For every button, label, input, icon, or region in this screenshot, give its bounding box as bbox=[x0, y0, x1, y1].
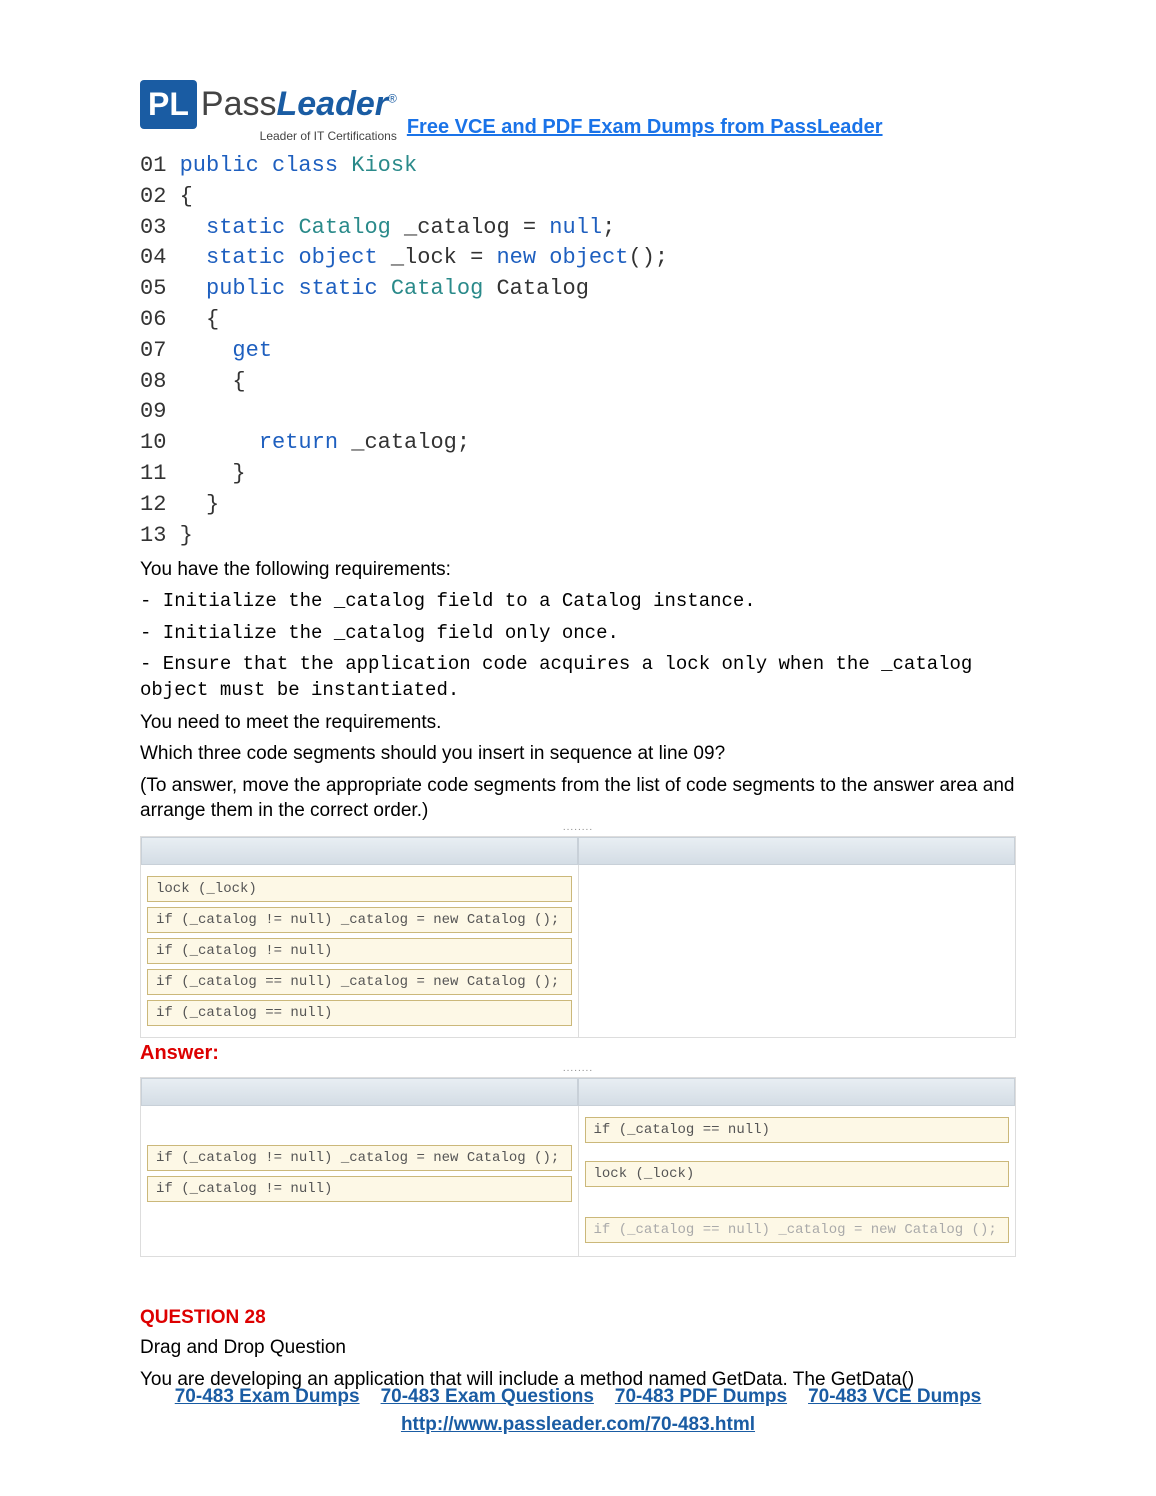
footer-link-vce-dumps[interactable]: 70-483 VCE Dumps bbox=[808, 1386, 981, 1408]
ordered-answer-column[interactable]: if (_catalog == null) lock (_lock) if (_… bbox=[579, 1106, 1016, 1256]
question-number: QUESTION 28 bbox=[140, 1307, 1016, 1329]
code-segment[interactable]: if (_catalog == null) _catalog = new Cat… bbox=[585, 1217, 1010, 1243]
page-header: PL PassLeader® Leader of IT Certificatio… bbox=[140, 80, 1016, 143]
which-text: Which three code segments should you ins… bbox=[140, 741, 1016, 767]
source-list-header bbox=[141, 837, 578, 865]
logo-subtitle: Leader of IT Certifications bbox=[140, 129, 397, 143]
code-segment[interactable]: lock (_lock) bbox=[585, 1161, 1010, 1187]
logo-text: PassLeader® bbox=[201, 85, 397, 124]
question-drag-panel: lock (_lock) if (_catalog != null) _cata… bbox=[140, 836, 1016, 1038]
footer-link-exam-questions[interactable]: 70-483 Exam Questions bbox=[381, 1386, 594, 1408]
answer-area-header bbox=[578, 1078, 1015, 1106]
answer-drop-column[interactable] bbox=[579, 865, 1016, 1037]
answer-drag-panel: if (_catalog != null) _catalog = new Cat… bbox=[140, 1077, 1016, 1257]
question-type: Drag and Drop Question bbox=[140, 1335, 1016, 1361]
logo: PL PassLeader® Leader of IT Certificatio… bbox=[140, 80, 397, 143]
page-footer: 70-483 Exam Dumps 70-483 Exam Questions … bbox=[140, 1386, 1016, 1436]
instructions-text: (To answer, move the appropriate code se… bbox=[140, 773, 1016, 824]
requirements-heading: You have the following requirements: bbox=[140, 557, 1016, 583]
source-segments-column: lock (_lock) if (_catalog != null) _cata… bbox=[141, 865, 579, 1037]
answer-heading: Answer: bbox=[140, 1042, 1016, 1065]
source-list-header bbox=[141, 1078, 578, 1106]
code-segment[interactable]: if (_catalog != null) _catalog = new Cat… bbox=[147, 907, 572, 933]
footer-link-exam-dumps[interactable]: 70-483 Exam Dumps bbox=[175, 1386, 360, 1408]
logo-badge: PL bbox=[140, 80, 197, 129]
top-banner-link[interactable]: Free VCE and PDF Exam Dumps from PassLea… bbox=[407, 116, 883, 139]
code-segment[interactable]: lock (_lock) bbox=[147, 876, 572, 902]
remaining-segments-column: if (_catalog != null) _catalog = new Cat… bbox=[141, 1106, 579, 1256]
code-segment[interactable]: if (_catalog != null) bbox=[147, 1176, 572, 1202]
footer-link-pdf-dumps[interactable]: 70-483 PDF Dumps bbox=[615, 1386, 787, 1408]
separator: ........ bbox=[140, 1065, 1016, 1073]
requirement-2: - Initialize the _catalog field only onc… bbox=[140, 621, 1016, 647]
question-28-block: QUESTION 28 Drag and Drop Question You a… bbox=[140, 1307, 1016, 1392]
code-listing: 01 public class Kiosk 02 { 03 static Cat… bbox=[140, 151, 1016, 551]
requirement-3: - Ensure that the application code acqui… bbox=[140, 652, 1016, 703]
code-segment[interactable]: if (_catalog == null) bbox=[585, 1117, 1010, 1143]
footer-url[interactable]: http://www.passleader.com/70-483.html bbox=[148, 1414, 1008, 1436]
code-segment[interactable]: if (_catalog != null) _catalog = new Cat… bbox=[147, 1145, 572, 1171]
requirement-1: - Initialize the _catalog field to a Cat… bbox=[140, 589, 1016, 615]
need-text: You need to meet the requirements. bbox=[140, 710, 1016, 736]
code-segment[interactable]: if (_catalog != null) bbox=[147, 938, 572, 964]
separator: ........ bbox=[140, 824, 1016, 832]
code-segment[interactable]: if (_catalog == null) _catalog = new Cat… bbox=[147, 969, 572, 995]
answer-area-header bbox=[578, 837, 1015, 865]
code-segment[interactable]: if (_catalog == null) bbox=[147, 1000, 572, 1026]
